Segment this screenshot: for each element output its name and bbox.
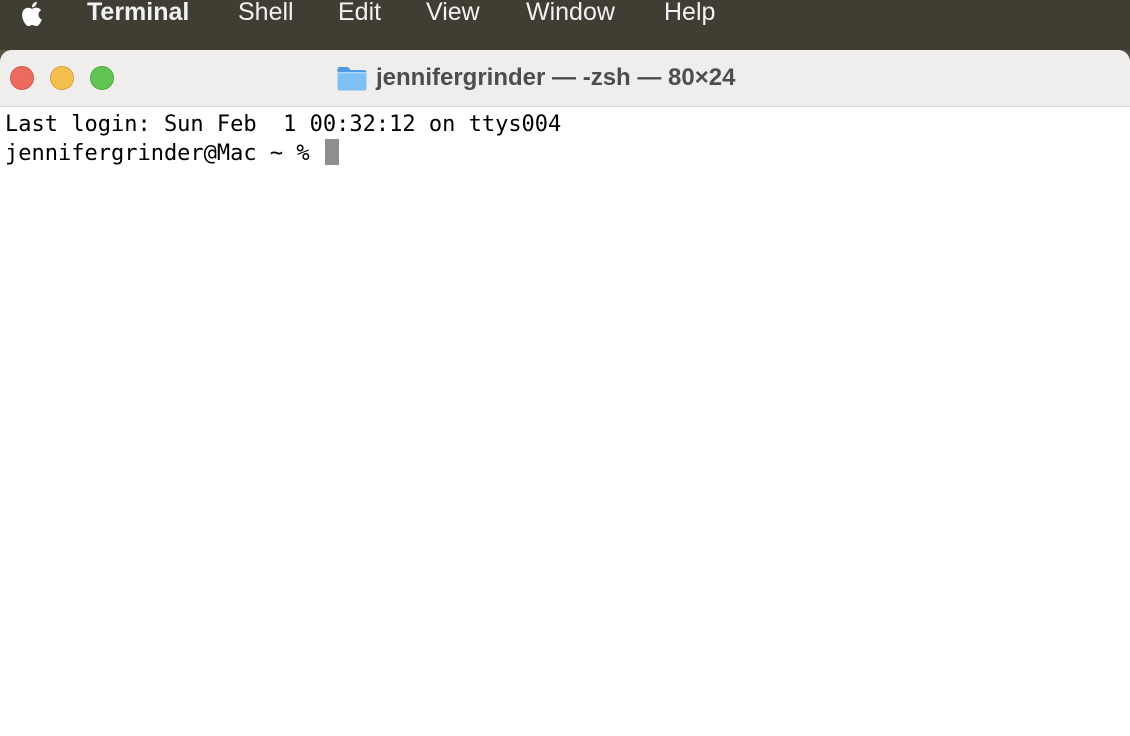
- terminal-line-last-login: Last login: Sun Feb 1 00:32:12 on ttys00…: [5, 112, 562, 137]
- minimize-button[interactable]: [50, 66, 74, 90]
- apple-logo-icon[interactable]: [18, 0, 48, 28]
- text-cursor: [324, 139, 339, 165]
- menu-app-terminal[interactable]: Terminal: [87, 0, 189, 28]
- menu-window[interactable]: Window: [526, 0, 615, 28]
- menu-bar: Terminal Shell Edit View Window Help: [0, 0, 1130, 50]
- close-button[interactable]: [10, 66, 34, 90]
- window-title: jennifergrinder — -zsh — 80×24: [376, 64, 736, 91]
- terminal-window: jennifergrinder — -zsh — 80×24 Last logi…: [0, 50, 1130, 736]
- menu-edit[interactable]: Edit: [338, 0, 381, 28]
- terminal-prompt: jennifergrinder@Mac ~ %: [5, 141, 323, 166]
- menu-view[interactable]: View: [426, 0, 480, 28]
- title-bar[interactable]: jennifergrinder — -zsh — 80×24: [0, 50, 1130, 107]
- menu-help[interactable]: Help: [664, 0, 715, 28]
- window-title-group: jennifergrinder — -zsh — 80×24: [336, 62, 735, 94]
- folder-icon[interactable]: [336, 64, 368, 92]
- terminal-prompt-line[interactable]: jennifergrinder@Mac ~ %: [5, 139, 339, 168]
- zoom-button[interactable]: [90, 66, 114, 90]
- menu-shell[interactable]: Shell: [238, 0, 294, 28]
- terminal-content[interactable]: Last login: Sun Feb 1 00:32:12 on ttys00…: [0, 107, 1130, 736]
